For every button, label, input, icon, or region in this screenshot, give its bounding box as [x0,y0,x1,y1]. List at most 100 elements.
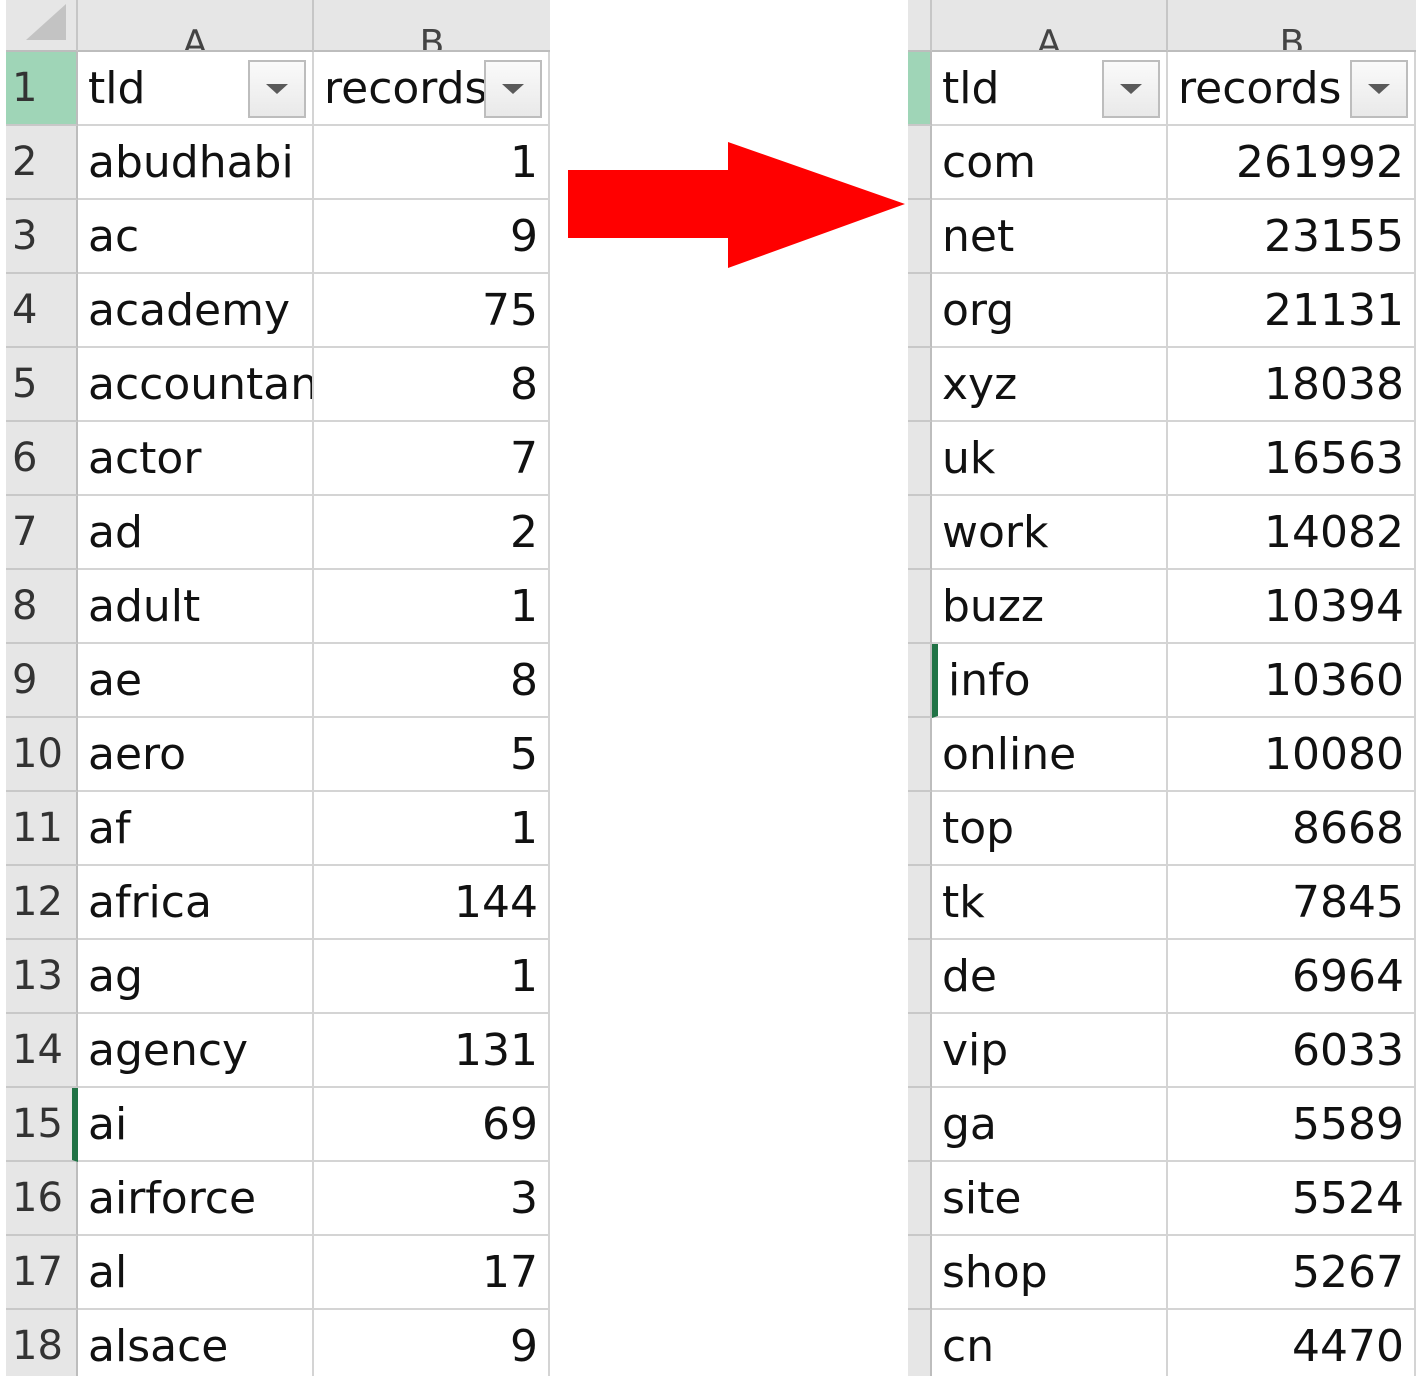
row-header[interactable] [908,126,932,200]
filter-dropdown-icon[interactable] [1102,60,1160,118]
select-all-corner[interactable] [908,0,932,52]
row-header[interactable] [908,866,932,940]
cell-records[interactable]: 10360 [1168,644,1416,718]
row-header[interactable]: 6 [6,422,78,496]
row-header[interactable]: 1 [6,52,78,126]
row-header[interactable]: 4 [6,274,78,348]
cell-records[interactable]: 5267 [1168,1236,1416,1310]
filter-dropdown-icon[interactable] [248,60,306,118]
cell-records[interactable]: 1 [314,940,550,1014]
cell-records[interactable]: 1 [314,126,550,200]
cell-tld[interactable]: top [932,792,1168,866]
cell-tld[interactable]: africa [78,866,314,940]
cell-tld[interactable]: aero [78,718,314,792]
cell-records[interactable]: 6033 [1168,1014,1416,1088]
header-cell-tld[interactable]: tld [78,52,314,126]
cell-records[interactable]: 131 [314,1014,550,1088]
cell-records[interactable]: 18038 [1168,348,1416,422]
cell-tld[interactable]: vip [932,1014,1168,1088]
cell-records[interactable]: 2 [314,496,550,570]
cell-tld[interactable]: al [78,1236,314,1310]
cell-tld[interactable]: ae [78,644,314,718]
cell-records[interactable]: 3 [314,1162,550,1236]
row-header[interactable] [908,1236,932,1310]
row-header[interactable] [908,718,932,792]
cell-tld[interactable]: com [932,126,1168,200]
header-cell-records[interactable]: records [314,52,550,126]
filter-dropdown-icon[interactable] [484,60,542,118]
cell-tld[interactable]: ag [78,940,314,1014]
cell-tld[interactable]: airforce [78,1162,314,1236]
cell-records[interactable]: 10394 [1168,570,1416,644]
filter-dropdown-icon[interactable] [1350,60,1408,118]
cell-records[interactable]: 7845 [1168,866,1416,940]
row-header[interactable] [908,940,932,1014]
row-header[interactable]: 7 [6,496,78,570]
header-cell-records[interactable]: records [1168,52,1416,126]
cell-tld[interactable]: adult [78,570,314,644]
cell-records[interactable]: 5524 [1168,1162,1416,1236]
cell-records[interactable]: 261992 [1168,126,1416,200]
row-header[interactable]: 8 [6,570,78,644]
cell-tld[interactable]: xyz [932,348,1168,422]
cell-records[interactable]: 21131 [1168,274,1416,348]
row-header[interactable]: 17 [6,1236,78,1310]
cell-records[interactable]: 14082 [1168,496,1416,570]
row-header[interactable]: 14 [6,1014,78,1088]
row-header[interactable]: 18 [6,1310,78,1376]
cell-tld[interactable]: agency [78,1014,314,1088]
row-header[interactable] [908,1310,932,1376]
row-header[interactable] [908,570,932,644]
row-header[interactable] [908,200,932,274]
row-header[interactable]: 3 [6,200,78,274]
cell-records[interactable]: 5589 [1168,1088,1416,1162]
cell-tld[interactable]: ga [932,1088,1168,1162]
cell-tld[interactable]: accountan [78,348,314,422]
cell-records[interactable]: 16563 [1168,422,1416,496]
header-cell-tld[interactable]: tld [932,52,1168,126]
row-header[interactable] [908,1014,932,1088]
select-all-corner[interactable] [6,0,78,52]
cell-tld[interactable]: org [932,274,1168,348]
cell-records[interactable]: 8668 [1168,792,1416,866]
cell-tld[interactable]: af [78,792,314,866]
cell-records[interactable]: 1 [314,570,550,644]
row-header[interactable]: 2 [6,126,78,200]
row-header[interactable] [908,1088,932,1162]
cell-tld[interactable]: abudhabi [78,126,314,200]
cell-records[interactable]: 1 [314,792,550,866]
cell-tld[interactable]: shop [932,1236,1168,1310]
cell-tld[interactable]: alsace [78,1310,314,1376]
row-header[interactable]: 5 [6,348,78,422]
column-header-b[interactable]: B [314,0,550,52]
row-header[interactable] [908,422,932,496]
cell-records[interactable]: 9 [314,200,550,274]
row-header[interactable]: 10 [6,718,78,792]
cell-tld[interactable]: tk [932,866,1168,940]
cell-records[interactable]: 17 [314,1236,550,1310]
column-header-a[interactable]: A [78,0,314,52]
cell-tld[interactable]: site [932,1162,1168,1236]
row-header[interactable] [908,52,932,126]
cell-tld[interactable]: net [932,200,1168,274]
cell-records[interactable]: 9 [314,1310,550,1376]
cell-tld[interactable]: uk [932,422,1168,496]
row-header[interactable] [908,348,932,422]
cell-tld[interactable]: actor [78,422,314,496]
cell-records[interactable]: 8 [314,348,550,422]
row-header[interactable]: 16 [6,1162,78,1236]
row-header[interactable] [908,792,932,866]
cell-records[interactable]: 6964 [1168,940,1416,1014]
row-header[interactable]: 13 [6,940,78,1014]
cell-tld[interactable]: cn [932,1310,1168,1376]
column-header-a[interactable]: A [932,0,1168,52]
cell-records[interactable]: 23155 [1168,200,1416,274]
cell-tld[interactable]: ad [78,496,314,570]
row-header[interactable] [908,1162,932,1236]
cell-tld[interactable]: buzz [932,570,1168,644]
cell-records[interactable]: 4470 [1168,1310,1416,1376]
cell-records[interactable]: 75 [314,274,550,348]
cell-tld[interactable]: ac [78,200,314,274]
cell-records[interactable]: 7 [314,422,550,496]
row-header[interactable] [908,496,932,570]
